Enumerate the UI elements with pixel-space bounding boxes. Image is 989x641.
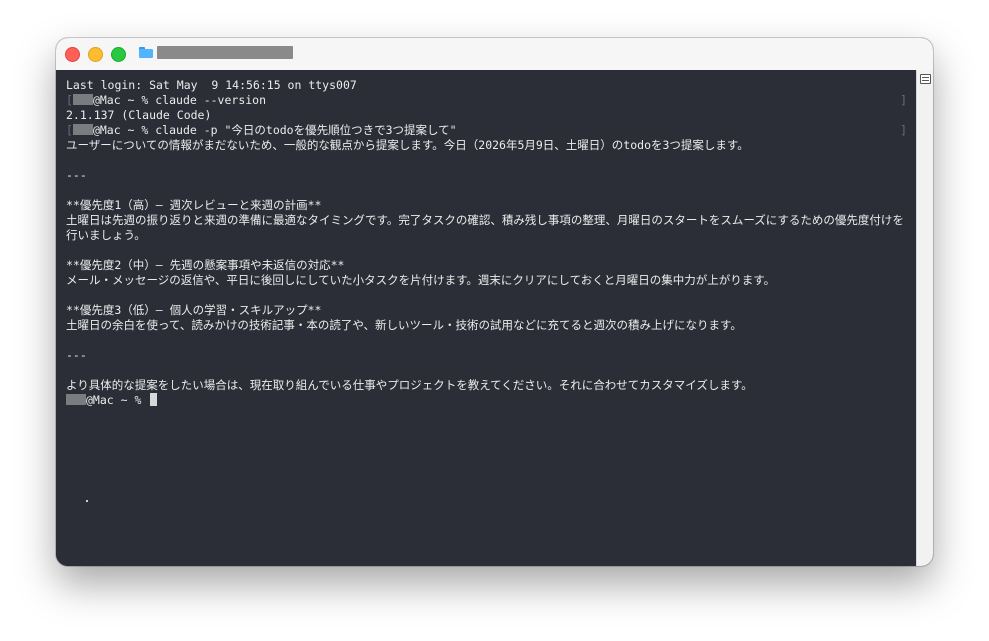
response-intro: ユーザーについての情報がまだないため、一般的な観点から提案します。今日（2026… [66,138,749,152]
redacted-username [66,394,86,405]
priority-3-body: 土曜日の余白を使って、読みかけの技術記事・本の読了や、新しいツール・技術の試用な… [66,318,742,332]
current-prompt-line[interactable]: @Mac ~ % [66,393,907,408]
version-output-line: 2.1.137 (Claude Code) [66,108,212,122]
minimize-button[interactable] [88,47,103,62]
prompt-text: @Mac ~ % [92,93,156,107]
close-button[interactable] [65,47,80,62]
stray-dot [86,500,88,502]
priority-1-body: 土曜日は先週の振り返りと来週の準備に最適なタイミングです。完了タスクの確認、積み… [66,213,904,242]
line-mark-left: [ [66,93,73,107]
folder-icon [139,47,153,58]
priority-1-heading: **優先度1（高）– 週次レビューと来週の計画** [66,198,322,212]
terminal-output[interactable]: Last login: Sat May 9 14:56:15 on ttys00… [56,70,917,566]
redacted-username [72,124,93,135]
priority-2-heading: **優先度2（中）– 先週の懸案事項や未返信の対応** [66,258,345,272]
command-text: claude --version [155,93,267,107]
maximize-button[interactable] [111,47,126,62]
text-cursor [150,393,158,406]
last-login-line: Last login: Sat May 9 14:56:15 on ttys00… [66,78,357,92]
terminal-window: Last login: Sat May 9 14:56:15 on ttys00… [56,38,933,566]
prompt-line-version: [ @Mac ~ % claude --version] [66,93,907,108]
line-mark-right: ] [900,93,907,107]
priority-2-body: メール・メッセージの返信や、平日に後回しにしていた小タスクを片付けます。週末にク… [66,273,776,287]
prompt-text: @Mac ~ % [92,123,156,137]
separator-line: --- [66,168,87,182]
closing-message: より具体的な提案をしたい場合は、現在取り組んでいる仕事やプロジェクトを教えてくだ… [66,378,753,392]
scrollbar[interactable] [916,70,933,566]
prompt-line-claude: [ @Mac ~ % claude -p "今日のtodoを優先順位つきで3つ提案… [66,123,907,138]
line-mark-left: [ [66,123,73,137]
redacted-username [72,94,93,105]
priority-3-heading: **優先度3（低）– 個人の学習・スキルアップ** [66,303,322,317]
window-title-redacted [157,46,293,59]
prompt-text: @Mac ~ % [86,393,149,407]
command-text: claude -p "今日のtodoを優先順位つきで3つ提案して" [155,123,457,137]
title-bar[interactable] [56,38,933,71]
list-view-icon[interactable] [920,74,931,84]
separator-line: --- [66,348,87,362]
line-mark-right: ] [900,123,907,137]
